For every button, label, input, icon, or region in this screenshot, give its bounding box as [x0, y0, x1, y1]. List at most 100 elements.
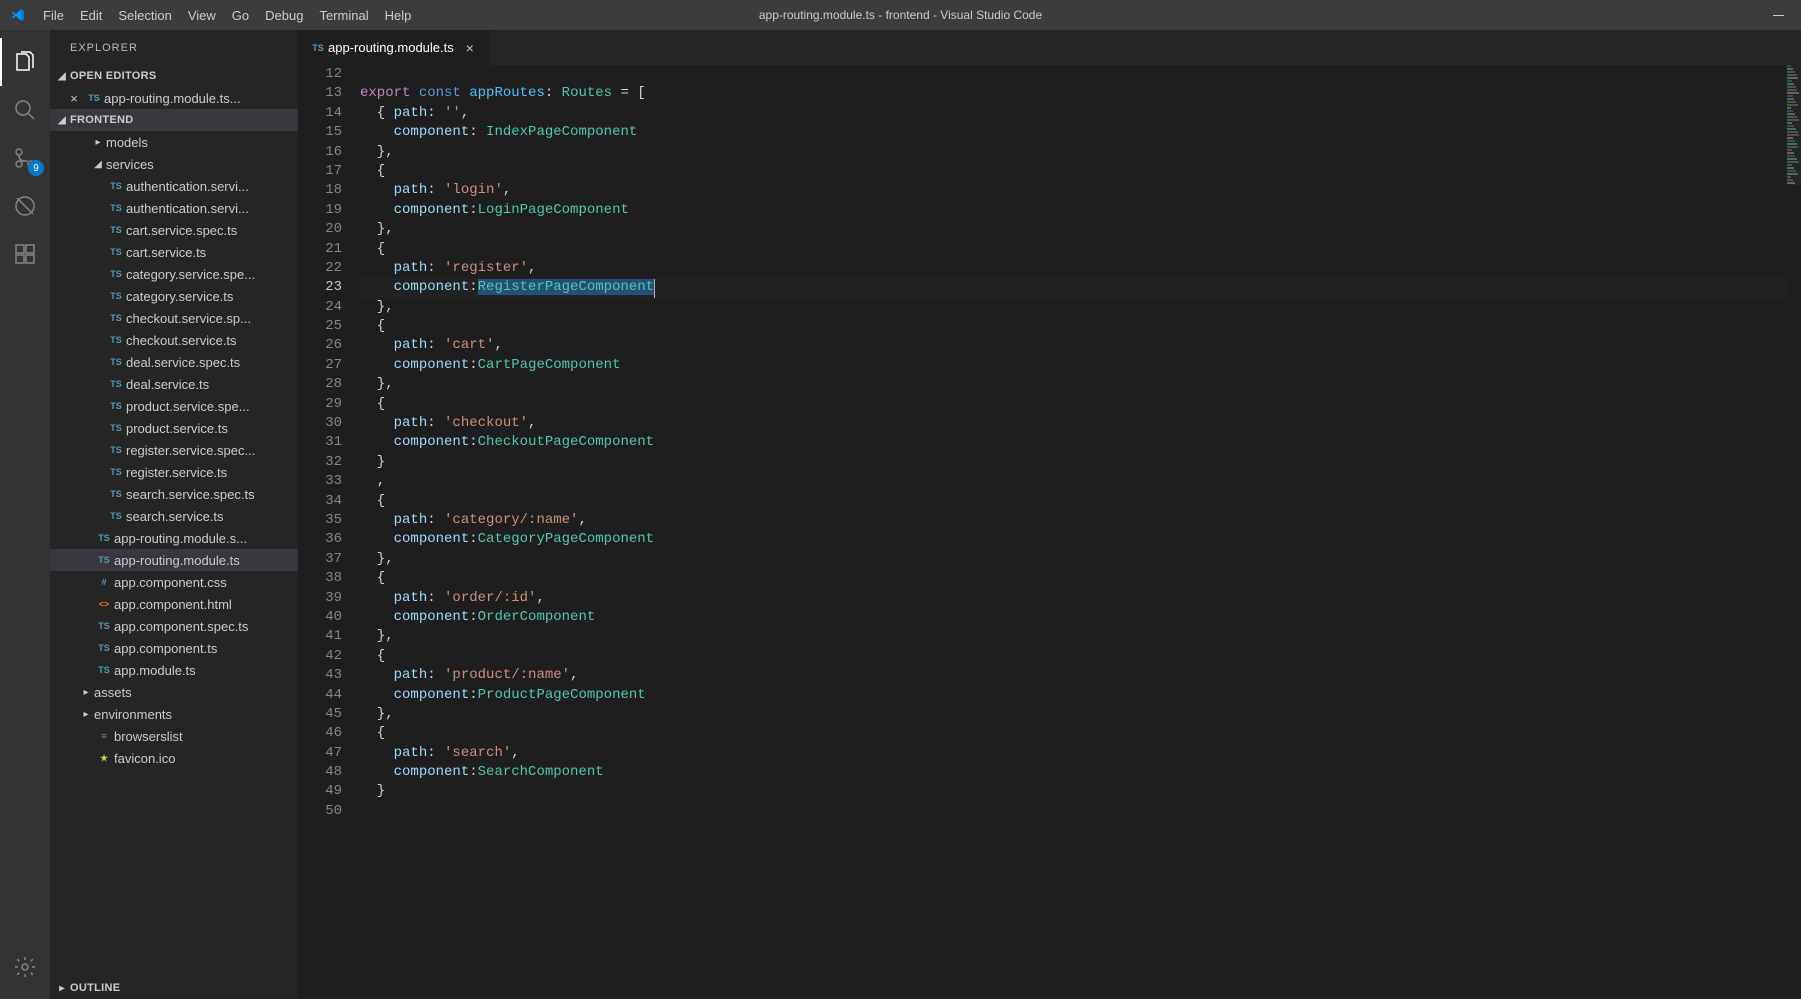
file-label: app-routing.module.ts: [114, 553, 240, 568]
file-item[interactable]: TSapp-routing.module.ts: [50, 549, 298, 571]
file-item[interactable]: TSproduct.service.spe...: [50, 395, 298, 417]
activity-debug[interactable]: [0, 182, 50, 230]
open-editors-header[interactable]: ◢ OPEN EDITORS: [50, 65, 298, 87]
outline-label: OUTLINE: [70, 982, 120, 994]
file-item[interactable]: TSauthentication.servi...: [50, 197, 298, 219]
activity-extensions[interactable]: [0, 230, 50, 278]
typescript-icon: TS: [106, 511, 126, 521]
file-item[interactable]: TScategory.service.ts: [50, 285, 298, 307]
chevron-right-icon: ▸: [78, 687, 94, 698]
chevron-right-icon: ▸: [54, 983, 70, 994]
typescript-icon: TS: [106, 225, 126, 235]
file-item[interactable]: TSauthentication.servi...: [50, 175, 298, 197]
file-label: app.component.html: [114, 597, 232, 612]
menu-go[interactable]: Go: [224, 0, 257, 30]
file-label: category.service.ts: [126, 289, 233, 304]
file-tree: ▸ models ◢ services TSauthentication.ser…: [50, 131, 298, 977]
typescript-icon: TS: [106, 313, 126, 323]
typescript-icon: TS: [94, 643, 114, 653]
menu-selection[interactable]: Selection: [110, 0, 179, 30]
project-header[interactable]: ◢ FRONTEND: [50, 109, 298, 131]
project-label: FRONTEND: [70, 114, 134, 126]
file-label: search.service.spec.ts: [126, 487, 255, 502]
file-item[interactable]: TSapp.component.spec.ts: [50, 615, 298, 637]
chevron-down-icon: ◢: [90, 159, 106, 170]
chevron-right-icon: ▸: [78, 709, 94, 720]
window-title: app-routing.module.ts - frontend - Visua…: [759, 8, 1042, 22]
file-item[interactable]: TSregister.service.ts: [50, 461, 298, 483]
open-editor-label: app-routing.module.ts...: [104, 91, 241, 106]
typescript-icon: TS: [94, 665, 114, 675]
typescript-icon: TS: [106, 269, 126, 279]
file-favicon[interactable]: ★ favicon.ico: [50, 747, 298, 769]
folder-label: environments: [94, 707, 172, 722]
minimap[interactable]: [1787, 65, 1801, 999]
typescript-icon: TS: [106, 445, 126, 455]
editor-area: TS app-routing.module.ts × 1213141516171…: [298, 30, 1801, 999]
activity-search[interactable]: [0, 86, 50, 134]
typescript-icon: TS: [94, 533, 114, 543]
scm-badge: 9: [28, 160, 44, 176]
folder-label: services: [106, 157, 154, 172]
menu-view[interactable]: View: [180, 0, 224, 30]
titlebar: File Edit Selection View Go Debug Termin…: [0, 0, 1801, 30]
tab-label: app-routing.module.ts: [328, 40, 454, 55]
outline-header[interactable]: ▸ OUTLINE: [50, 977, 298, 999]
file-item[interactable]: TSsearch.service.spec.ts: [50, 483, 298, 505]
typescript-icon: TS: [106, 291, 126, 301]
code-content[interactable]: export const appRoutes: Routes = [ { pat…: [360, 65, 1801, 999]
activity-settings[interactable]: [0, 943, 50, 991]
menubar: File Edit Selection View Go Debug Termin…: [35, 0, 419, 30]
folder-assets[interactable]: ▸ assets: [50, 681, 298, 703]
file-item[interactable]: TScheckout.service.sp...: [50, 307, 298, 329]
twisty-icon: ◢: [54, 115, 70, 126]
folder-environments[interactable]: ▸ environments: [50, 703, 298, 725]
menu-file[interactable]: File: [35, 0, 72, 30]
file-label: register.service.spec...: [126, 443, 255, 458]
typescript-icon: TS: [106, 181, 126, 191]
file-item[interactable]: TSdeal.service.ts: [50, 373, 298, 395]
sidebar: EXPLORER ◢ OPEN EDITORS × TS app-routing…: [50, 30, 298, 999]
file-item[interactable]: TSapp.component.ts: [50, 637, 298, 659]
menu-edit[interactable]: Edit: [72, 0, 110, 30]
file-label: register.service.ts: [126, 465, 227, 480]
close-icon[interactable]: ×: [64, 91, 84, 106]
open-editor-item[interactable]: × TS app-routing.module.ts...: [50, 87, 298, 109]
close-icon[interactable]: ×: [460, 38, 480, 58]
file-label: cart.service.ts: [126, 245, 206, 260]
html-icon: <>: [94, 599, 114, 609]
activity-explorer[interactable]: [0, 38, 50, 86]
typescript-icon: TS: [84, 93, 104, 103]
file-label: app-routing.module.s...: [114, 531, 247, 546]
menu-help[interactable]: Help: [377, 0, 420, 30]
file-item[interactable]: TSapp-routing.module.s...: [50, 527, 298, 549]
file-item[interactable]: #app.component.css: [50, 571, 298, 593]
minimize-button[interactable]: [1755, 0, 1801, 30]
file-browserslist[interactable]: ≡ browserslist: [50, 725, 298, 747]
menu-debug[interactable]: Debug: [257, 0, 311, 30]
file-item[interactable]: TSsearch.service.ts: [50, 505, 298, 527]
file-item[interactable]: TScategory.service.spe...: [50, 263, 298, 285]
file-item[interactable]: TSdeal.service.spec.ts: [50, 351, 298, 373]
file-item[interactable]: <>app.component.html: [50, 593, 298, 615]
file-label: app.component.css: [114, 575, 227, 590]
file-item[interactable]: TScart.service.ts: [50, 241, 298, 263]
file-item[interactable]: TSregister.service.spec...: [50, 439, 298, 461]
vscode-logo-icon: [0, 7, 35, 23]
file-item[interactable]: TScheckout.service.ts: [50, 329, 298, 351]
file-item[interactable]: TSapp.module.ts: [50, 659, 298, 681]
file-icon: ≡: [94, 731, 114, 741]
typescript-icon: TS: [308, 43, 328, 53]
editor-tab[interactable]: TS app-routing.module.ts ×: [298, 30, 491, 65]
chevron-right-icon: ▸: [90, 137, 106, 148]
activity-scm[interactable]: 9: [0, 134, 50, 182]
file-item[interactable]: TSproduct.service.ts: [50, 417, 298, 439]
file-label: checkout.service.ts: [126, 333, 237, 348]
open-editors-label: OPEN EDITORS: [70, 70, 157, 82]
file-item[interactable]: TScart.service.spec.ts: [50, 219, 298, 241]
menu-terminal[interactable]: Terminal: [311, 0, 376, 30]
folder-services[interactable]: ◢ services: [50, 153, 298, 175]
code-editor[interactable]: 1213141516171819202122232425262728293031…: [298, 65, 1801, 999]
window-controls: [1755, 0, 1801, 30]
folder-models[interactable]: ▸ models: [50, 131, 298, 153]
